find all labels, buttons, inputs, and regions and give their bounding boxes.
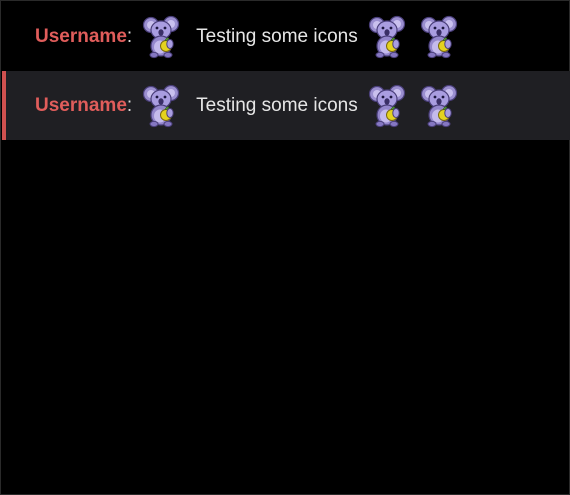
koala-emote-icon[interactable]	[368, 84, 408, 128]
message-username[interactable]: Username	[35, 26, 127, 48]
koala-emote-icon[interactable]	[420, 84, 460, 128]
message-username[interactable]: Username	[35, 95, 127, 117]
chat-message[interactable]: Username : Testing some icons	[2, 2, 570, 71]
chat-message-list: Username : Testing some icons Username :…	[2, 2, 570, 140]
koala-emote-icon[interactable]	[142, 84, 182, 128]
chat-message-highlighted[interactable]: Username : Testing some icons	[2, 71, 570, 140]
message-separator: :	[126, 94, 133, 116]
message-text: Testing some icons	[196, 94, 358, 116]
koala-emote-icon[interactable]	[420, 15, 460, 59]
message-separator: :	[126, 25, 133, 47]
koala-emote-icon[interactable]	[142, 15, 182, 59]
chat-frame: Username : Testing some icons Username :…	[0, 0, 570, 495]
message-text: Testing some icons	[196, 25, 358, 47]
koala-emote-icon[interactable]	[368, 15, 408, 59]
